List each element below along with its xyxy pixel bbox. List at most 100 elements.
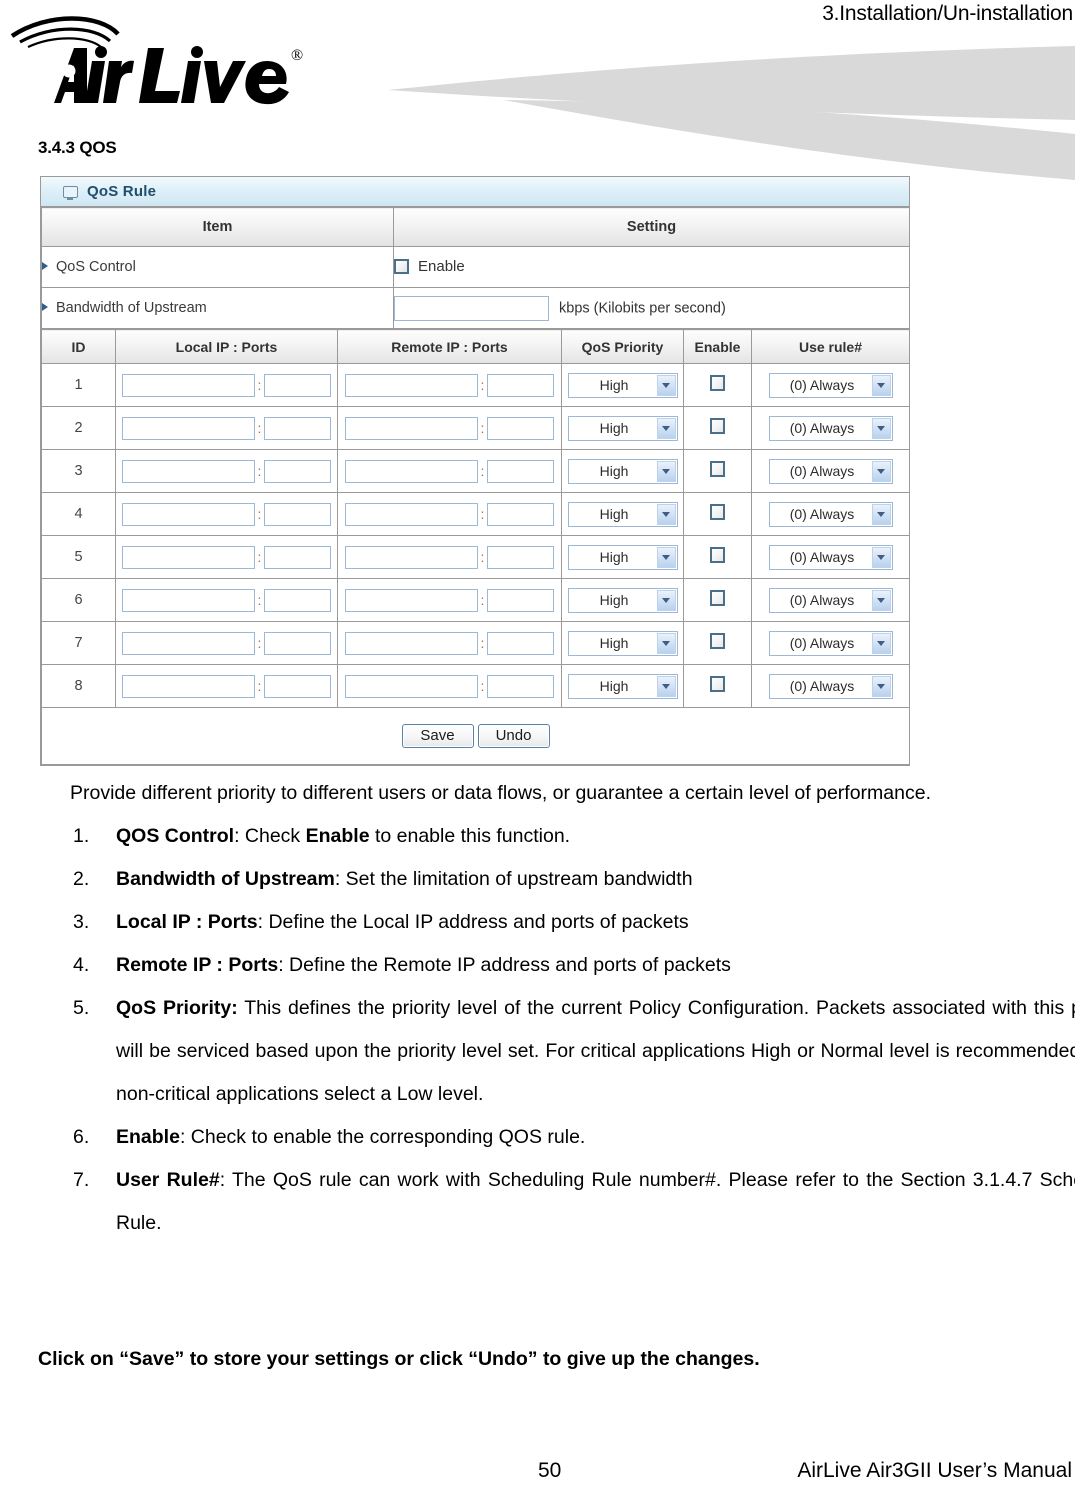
use-rule-select[interactable]: (0) Always: [768, 544, 893, 570]
save-button[interactable]: Save: [401, 724, 474, 748]
local-ip-input[interactable]: [121, 502, 255, 526]
qos-priority-value: High: [599, 506, 629, 522]
local-port-input[interactable]: [264, 373, 332, 397]
remote-ip-input[interactable]: [344, 674, 478, 698]
rule-enable-checkbox[interactable]: [710, 675, 725, 692]
use-rule-select[interactable]: (0) Always: [768, 415, 893, 441]
rule-enable-checkbox[interactable]: [710, 460, 725, 477]
table-row: 6:: High (0) Always: [41, 578, 910, 622]
remote-ip-input[interactable]: [344, 459, 478, 483]
local-ip-input[interactable]: [121, 545, 255, 569]
chevron-down-icon: [656, 374, 676, 396]
remote-ip-input[interactable]: [344, 502, 478, 526]
remote-ip-ports-cell: :: [337, 449, 562, 493]
qos-settings-table: Item Setting QoS Control Enable Bandwidt…: [41, 207, 910, 329]
item-text: : Check: [234, 825, 306, 847]
qos-control-label: QoS Control: [56, 259, 136, 275]
remote-ip-input[interactable]: [344, 416, 478, 440]
use-rule-select[interactable]: (0) Always: [768, 630, 893, 656]
remote-port-input[interactable]: [487, 674, 555, 698]
enable-cell: [683, 664, 752, 708]
rule-id: 4: [41, 492, 116, 536]
rule-id: 2: [41, 406, 116, 450]
page-footer: 50 AirLive Air3GII User’s Manual: [0, 1451, 1075, 1485]
table-row: 1:: High (0) Always: [41, 363, 910, 407]
use-rule-select[interactable]: (0) Always: [768, 458, 893, 484]
rule-enable-checkbox[interactable]: [710, 632, 725, 649]
chevron-down-icon: [871, 460, 891, 482]
remote-ip-input[interactable]: [344, 373, 478, 397]
qos-priority-select[interactable]: High: [567, 630, 678, 656]
intro-paragraph: Provide different priority to different …: [70, 782, 931, 804]
local-port-input[interactable]: [264, 459, 332, 483]
use-rule-select[interactable]: (0) Always: [768, 372, 893, 398]
local-ip-input[interactable]: [121, 459, 255, 483]
remote-port-input[interactable]: [487, 416, 555, 440]
rule-enable-checkbox[interactable]: [710, 546, 725, 563]
local-ip-ports-cell: :: [115, 621, 338, 665]
local-ip-input[interactable]: [121, 588, 255, 612]
qos-priority-cell: High: [561, 492, 684, 536]
list-item: User Rule#: The QoS rule can work with S…: [70, 1159, 1075, 1245]
qos-priority-value: High: [599, 549, 629, 565]
remote-port-input[interactable]: [487, 373, 555, 397]
enable-cell: [683, 406, 752, 450]
remote-port-input[interactable]: [487, 588, 555, 612]
airlive-logo: ®: [8, 8, 308, 113]
use-rule-select[interactable]: (0) Always: [768, 587, 893, 613]
chevron-down-icon: [871, 417, 891, 439]
remote-port-input[interactable]: [487, 545, 555, 569]
use-rule-select[interactable]: (0) Always: [768, 501, 893, 527]
separator-colon: :: [480, 592, 485, 608]
bandwidth-units-label: kbps (Kilobits per second): [559, 300, 726, 316]
remote-port-input[interactable]: [487, 459, 555, 483]
qos-control-enable-label: Enable: [418, 258, 465, 275]
chevron-down-icon: [656, 632, 676, 654]
qos-priority-select[interactable]: High: [567, 587, 678, 613]
separator-colon: :: [480, 549, 485, 565]
remote-ip-input[interactable]: [344, 545, 478, 569]
local-ip-input[interactable]: [121, 674, 255, 698]
local-port-input[interactable]: [264, 588, 332, 612]
local-ip-ports-cell: :: [115, 535, 338, 579]
qos-priority-select[interactable]: High: [567, 458, 678, 484]
qos-priority-select[interactable]: High: [567, 501, 678, 527]
use-rule-select[interactable]: (0) Always: [768, 673, 893, 699]
panel-title-bar: QoS Rule: [41, 177, 909, 207]
remote-port-input[interactable]: [487, 502, 555, 526]
item-text: : Set the limitation of upstream bandwid…: [334, 868, 693, 890]
qos-priority-select[interactable]: High: [567, 415, 678, 441]
rule-enable-checkbox[interactable]: [710, 417, 725, 434]
use-rule-cell: (0) Always: [751, 363, 910, 407]
local-port-input[interactable]: [264, 631, 332, 655]
local-port-input[interactable]: [264, 502, 332, 526]
use-rule-value: (0) Always: [789, 506, 855, 522]
local-ip-input[interactable]: [121, 373, 255, 397]
bandwidth-setting-cell: kbps (Kilobits per second): [393, 287, 910, 329]
local-port-input[interactable]: [264, 416, 332, 440]
local-ip-input[interactable]: [121, 416, 255, 440]
page-header: 3.Installation/Un-installation ®: [0, 0, 1075, 180]
rules-header-row: ID Local IP : Ports Remote IP : Ports Qo…: [41, 329, 910, 364]
rule-enable-checkbox[interactable]: [710, 503, 725, 520]
remote-ip-input[interactable]: [344, 588, 478, 612]
qos-control-enable-checkbox[interactable]: [394, 259, 409, 274]
enable-cell: [683, 363, 752, 407]
remote-port-input[interactable]: [487, 631, 555, 655]
chevron-down-icon: [656, 417, 676, 439]
local-ip-input[interactable]: [121, 631, 255, 655]
qos-priority-select[interactable]: High: [567, 372, 678, 398]
local-port-input[interactable]: [264, 674, 332, 698]
rule-enable-checkbox[interactable]: [710, 589, 725, 606]
qos-priority-select[interactable]: High: [567, 673, 678, 699]
local-port-input[interactable]: [264, 545, 332, 569]
list-item: QoS Priority: This defines the priority …: [70, 987, 1075, 1116]
undo-button[interactable]: Undo: [477, 724, 550, 748]
bandwidth-input[interactable]: [394, 295, 549, 321]
rule-enable-checkbox[interactable]: [710, 374, 725, 391]
registered-mark: ®: [291, 47, 303, 64]
qos-priority-select[interactable]: High: [567, 544, 678, 570]
chevron-down-icon: [656, 503, 676, 525]
remote-ip-input[interactable]: [344, 631, 478, 655]
qos-priority-value: High: [599, 420, 629, 436]
